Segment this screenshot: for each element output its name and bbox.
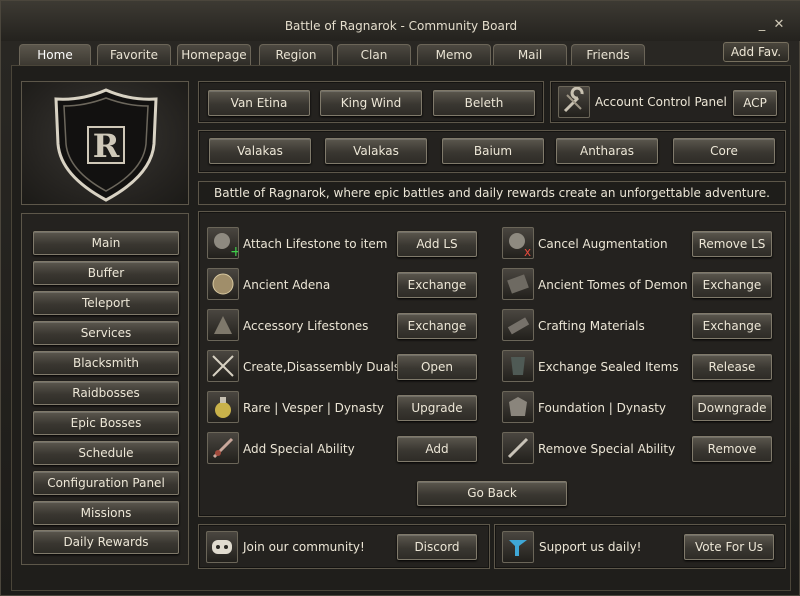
account-control-label: Account Control Panel	[595, 95, 727, 109]
service-label: Rare | Vesper | Dynasty	[243, 401, 385, 415]
svg-text:x: x	[524, 245, 531, 258]
server-logo: R	[21, 81, 189, 205]
service-label: Attach Lifestone to item	[243, 237, 388, 251]
logo-letter: R	[93, 127, 120, 165]
lifestone-add-icon: +	[207, 227, 242, 260]
king-wind-button[interactable]: King Wind	[320, 90, 422, 116]
sidebar-item-blacksmith[interactable]: Blacksmith	[33, 351, 179, 375]
tab-clan[interactable]: Clan	[337, 44, 411, 66]
release-button[interactable]: Release	[692, 354, 772, 380]
tab-region[interactable]: Region	[259, 44, 333, 66]
materials-icon	[502, 309, 534, 341]
sidebar-item-configuration-panel[interactable]: Configuration Panel	[33, 471, 179, 495]
exchange-materials-button[interactable]: Exchange	[692, 313, 772, 339]
baium-button[interactable]: Baium	[442, 138, 544, 164]
remove-ls-button[interactable]: Remove LS	[692, 231, 772, 257]
sealed-armor-icon	[502, 350, 534, 382]
wrench-icon	[558, 86, 590, 118]
service-label: Foundation | Dynasty	[538, 401, 667, 415]
remove-sa-button[interactable]: Remove	[692, 436, 772, 462]
open-duals-button[interactable]: Open	[397, 354, 477, 380]
support-label: Support us daily!	[539, 540, 642, 554]
service-label: Exchange Sealed Items	[538, 360, 679, 374]
top-buttons-panel: Van Etina King Wind Beleth	[198, 81, 544, 123]
van-etina-button[interactable]: Van Etina	[208, 90, 310, 116]
sidebar-item-daily-rewards[interactable]: Daily Rewards	[33, 530, 179, 554]
community-board-window: Battle of Ragnarok - Community Board _ ✕…	[0, 0, 800, 596]
tab-memo[interactable]: Memo	[417, 44, 491, 66]
sidebar-menu: Main Buffer Teleport Services Blacksmith…	[21, 213, 189, 565]
potion-icon	[207, 391, 239, 423]
service-label: Crafting Materials	[538, 319, 645, 333]
service-label: Accessory Lifestones	[243, 319, 369, 333]
discord-button[interactable]: Discord	[397, 534, 477, 560]
service-label: Cancel Augmentation	[538, 237, 668, 251]
announcement-banner: Battle of Ragnarok, where epic battles a…	[198, 181, 786, 205]
tab-mail[interactable]: Mail	[493, 44, 567, 66]
upgrade-button[interactable]: Upgrade	[397, 395, 477, 421]
tab-homepage[interactable]: Homepage	[177, 44, 251, 66]
dual-swords-icon	[207, 350, 239, 382]
community-panel: Join our community! Discord	[198, 524, 490, 569]
antharas-button[interactable]: Antharas	[556, 138, 658, 164]
go-back-button[interactable]: Go Back	[417, 481, 567, 506]
service-label: Ancient Tomes of Demon	[538, 278, 688, 292]
tome-icon	[502, 268, 534, 300]
shield-icon: R	[54, 88, 158, 202]
discord-icon	[206, 531, 238, 563]
service-label: Ancient Adena	[243, 278, 331, 292]
add-sa-button[interactable]: Add	[397, 436, 477, 462]
services-panel: + Attach Lifestone to item Add LS Ancien…	[198, 211, 786, 517]
vote-icon	[502, 531, 534, 563]
title-bar[interactable]: Battle of Ragnarok - Community Board _ ✕	[1, 1, 800, 41]
sidebar-item-buffer[interactable]: Buffer	[33, 261, 179, 285]
downgrade-button[interactable]: Downgrade	[692, 395, 772, 421]
core-button[interactable]: Core	[673, 138, 775, 164]
accessory-icon	[207, 309, 239, 341]
window-title: Battle of Ragnarok - Community Board	[284, 19, 518, 33]
minimize-button[interactable]: _	[755, 18, 769, 32]
sidebar-item-teleport[interactable]: Teleport	[33, 291, 179, 315]
sidebar-item-missions[interactable]: Missions	[33, 501, 179, 525]
valakas-button-2[interactable]: Valakas	[325, 138, 427, 164]
support-panel: Support us daily! Vote For Us	[494, 524, 786, 569]
service-label: Add Special Ability	[243, 442, 355, 456]
beleth-button[interactable]: Beleth	[433, 90, 535, 116]
acp-button[interactable]: ACP	[733, 90, 777, 116]
lifestone-remove-icon: x	[502, 227, 534, 259]
weapon-sa-icon	[207, 432, 239, 464]
valakas-button[interactable]: Valakas	[209, 138, 311, 164]
add-ls-button[interactable]: Add LS	[397, 231, 477, 257]
account-panel: Account Control Panel ACP	[550, 81, 786, 123]
community-label: Join our community!	[243, 540, 365, 554]
tab-favorite[interactable]: Favorite	[97, 44, 171, 66]
coin-icon	[207, 268, 239, 300]
sidebar-item-schedule[interactable]: Schedule	[33, 441, 179, 465]
svg-text:+: +	[230, 244, 238, 258]
sidebar-item-raidbosses[interactable]: Raidbosses	[33, 381, 179, 405]
exchange-adena-button[interactable]: Exchange	[397, 272, 477, 298]
tab-friends[interactable]: Friends	[571, 44, 645, 66]
armor-icon	[502, 391, 534, 423]
service-label: Create,Disassembly Duals	[243, 360, 401, 374]
exchange-accessory-button[interactable]: Exchange	[397, 313, 477, 339]
close-button[interactable]: ✕	[772, 18, 786, 32]
vote-button[interactable]: Vote For Us	[684, 534, 774, 560]
sidebar-item-services[interactable]: Services	[33, 321, 179, 345]
weapon-remove-icon	[502, 432, 534, 464]
add-favorite-button[interactable]: Add Fav.	[723, 42, 789, 62]
exchange-tomes-button[interactable]: Exchange	[692, 272, 772, 298]
epic-boss-panel: Valakas Valakas Baium Antharas Core	[198, 130, 786, 173]
sidebar-item-main[interactable]: Main	[33, 231, 179, 255]
service-label: Remove Special Ability	[538, 442, 676, 456]
sidebar-item-epic-bosses[interactable]: Epic Bosses	[33, 411, 179, 435]
